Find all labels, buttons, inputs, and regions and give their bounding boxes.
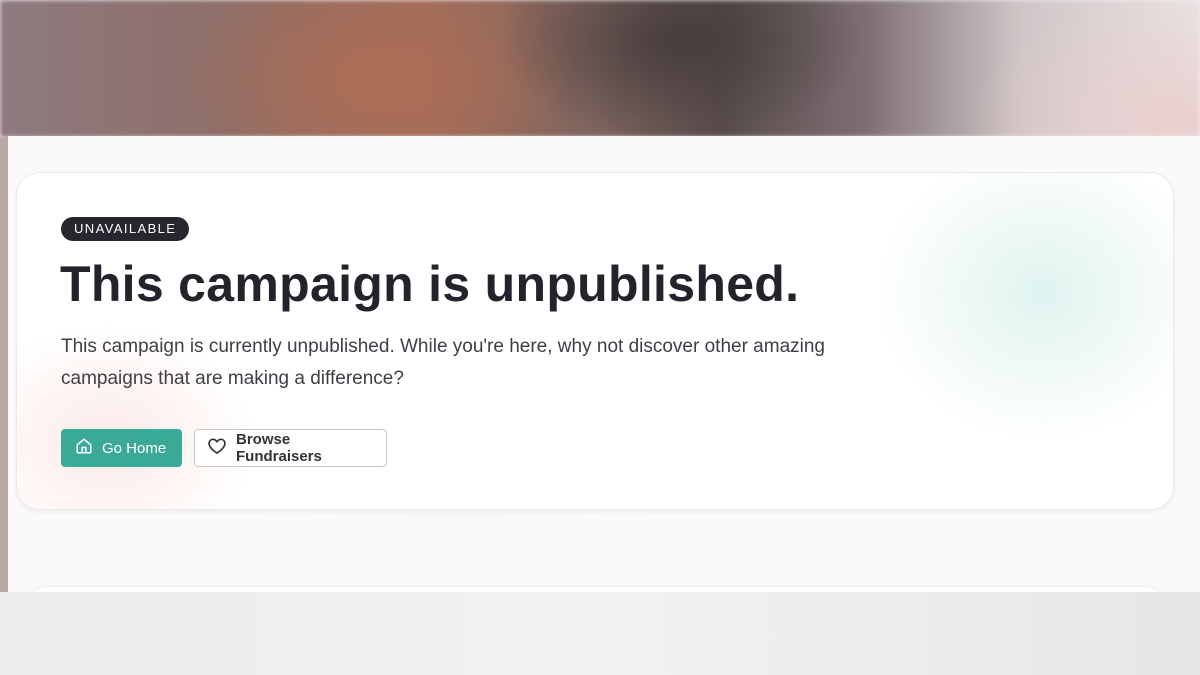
browse-fundraisers-button[interactable]: Browse Fundraisers — [194, 429, 387, 467]
home-icon — [75, 437, 93, 459]
page-title: This campaign is unpublished. — [60, 256, 800, 312]
heart-icon — [207, 436, 227, 460]
page-description: This campaign is currently unpublished. … — [61, 336, 825, 389]
card-tint-right — [873, 173, 1173, 443]
status-badge: UNAVAILABLE — [61, 217, 190, 241]
blurred-background-edge — [0, 137, 8, 592]
blurred-background-top — [0, 0, 1200, 137]
blurred-background-bottom — [0, 592, 1200, 675]
secondary-card — [26, 586, 1166, 592]
page-viewport: UNAVAILABLE This campaign is unpublished… — [8, 136, 1200, 592]
go-home-label: Go Home — [102, 439, 167, 457]
go-home-button[interactable]: Go Home — [61, 429, 182, 467]
browse-fundraisers-label: Browse Fundraisers — [236, 431, 322, 465]
unavailable-campaign-card: UNAVAILABLE This campaign is unpublished… — [16, 172, 1174, 510]
